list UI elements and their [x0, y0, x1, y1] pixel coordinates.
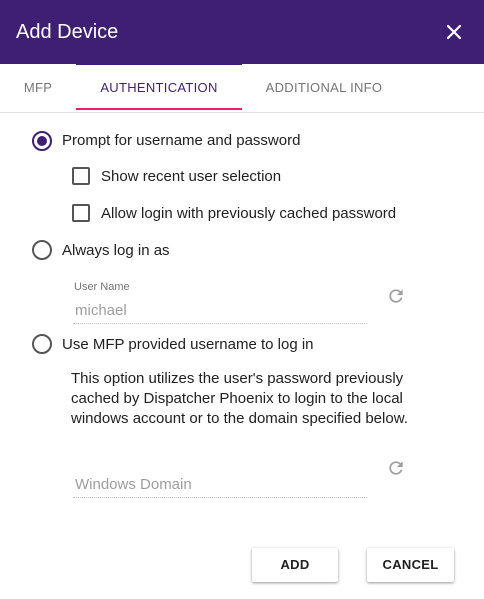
tab-mfp[interactable]: MFP: [14, 64, 62, 112]
close-button[interactable]: [440, 18, 468, 46]
windows-domain-refresh-button[interactable]: [386, 458, 406, 478]
authentication-panel: Prompt for username and password Show re…: [0, 113, 484, 537]
prompt-credentials-label: Prompt for username and password: [62, 132, 301, 149]
tab-authentication[interactable]: AUTHENTICATION: [76, 64, 242, 112]
always-login-as-radio[interactable]: [32, 240, 52, 260]
user-name-input[interactable]: [73, 302, 367, 324]
prompt-credentials-radio[interactable]: [32, 131, 52, 151]
active-tab-top-border: [76, 63, 242, 65]
mfp-username-description: This option utilizes the user's password…: [71, 370, 408, 427]
show-recent-user-label: Show recent user selection: [101, 168, 282, 185]
add-button[interactable]: ADD: [252, 548, 338, 582]
user-name-refresh-button[interactable]: [386, 286, 406, 306]
close-icon: [446, 24, 462, 40]
allow-cached-password-label: Allow login with previously cached passw…: [101, 205, 397, 222]
active-tab-indicator: [76, 108, 242, 110]
dialog-actions: ADD CANCEL: [0, 537, 484, 599]
dialog-title: Add Device: [16, 21, 119, 43]
add-device-dialog: Add Device MFP AUTHENTICATION ADDITIONAL…: [0, 0, 484, 599]
allow-cached-password-checkbox[interactable]: [72, 204, 90, 222]
tab-additional-info[interactable]: ADDITIONAL INFO: [250, 64, 398, 112]
refresh-icon: [389, 289, 403, 303]
dialog-header: Add Device: [0, 0, 484, 64]
tab-bar: MFP AUTHENTICATION ADDITIONAL INFO: [0, 64, 484, 113]
windows-domain-input[interactable]: [73, 476, 367, 498]
cancel-button[interactable]: CANCEL: [367, 548, 454, 582]
mfp-username-label: Use MFP provided username to log in: [62, 336, 314, 353]
show-recent-user-checkbox[interactable]: [72, 167, 90, 185]
refresh-icon: [389, 461, 403, 475]
always-login-as-label: Always log in as: [62, 242, 170, 259]
mfp-username-radio[interactable]: [32, 334, 52, 354]
user-name-label: User Name: [74, 281, 130, 293]
